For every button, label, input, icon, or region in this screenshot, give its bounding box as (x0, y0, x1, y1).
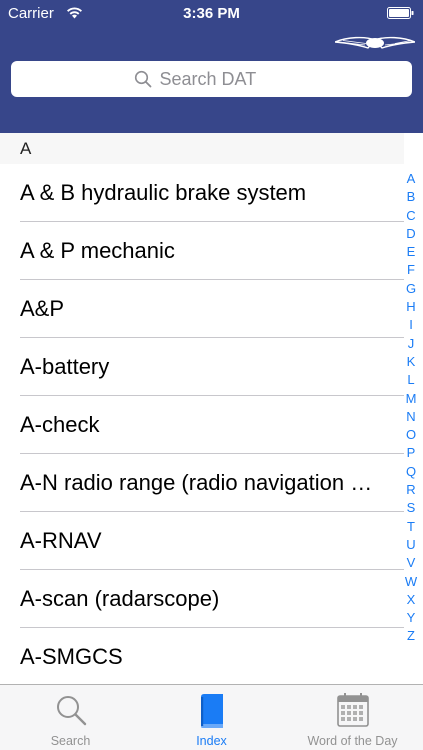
index-letter-b[interactable]: B (402, 188, 420, 206)
index-letter-k[interactable]: K (402, 353, 420, 371)
index-letter-v[interactable]: V (402, 554, 420, 572)
battery-icon (387, 7, 414, 19)
section-index[interactable]: ABCDEFGHIJKLMNOPQRSTUVWXYZ (402, 170, 420, 646)
index-letter-l[interactable]: L (402, 371, 420, 389)
term-label: A-battery (20, 354, 110, 379)
term-label: A-N radio range (radio navigation aid) (20, 470, 382, 495)
index-letter-d[interactable]: D (402, 225, 420, 243)
search-bar[interactable] (11, 61, 412, 97)
index-letter-e[interactable]: E (402, 243, 420, 261)
index-letter-o[interactable]: O (402, 426, 420, 444)
status-bar: Carrier 3:36 PM (0, 0, 423, 28)
index-letter-x[interactable]: X (402, 591, 420, 609)
list-item[interactable]: A & B hydraulic brake system (0, 164, 404, 222)
index-letter-m[interactable]: M (402, 390, 420, 408)
term-label: A & P mechanic (20, 238, 175, 263)
index-letter-q[interactable]: Q (402, 463, 420, 481)
index-letter-a[interactable]: A (402, 170, 420, 188)
tab-search[interactable]: Search (0, 685, 141, 750)
asa-wings-logo (335, 36, 415, 49)
term-label: A&P (20, 296, 65, 321)
index-letter-r[interactable]: R (402, 481, 420, 499)
index-letter-w[interactable]: W (402, 573, 420, 591)
index-letter-p[interactable]: P (402, 444, 420, 462)
tab-bar: Search Index Word of the Day (0, 684, 423, 750)
index-letter-c[interactable]: C (402, 207, 420, 225)
clock: 3:36 PM (183, 5, 240, 22)
term-label: A-scan (radarscope) (20, 586, 220, 611)
list-item[interactable]: A-RNAV (0, 512, 404, 570)
list-item[interactable]: A&P (0, 280, 404, 338)
index-letter-g[interactable]: G (402, 280, 420, 298)
index-letter-i[interactable]: I (402, 316, 420, 334)
term-label: A-SMGCS (20, 644, 123, 669)
index-letter-u[interactable]: U (402, 536, 420, 554)
list-item[interactable]: A-scan (radarscope) (0, 570, 404, 628)
section-header: A (0, 133, 404, 164)
term-label: A-RNAV (20, 528, 102, 553)
list-item[interactable]: A-SMGCS (0, 628, 404, 684)
term-label: A-check (20, 412, 100, 437)
term-label: A & B hydraulic brake system (20, 180, 307, 205)
tab-index[interactable]: Index (141, 685, 282, 750)
term-list[interactable]: A & B hydraulic brake system A & P mecha… (0, 164, 404, 684)
tab-label: Index (196, 734, 227, 748)
index-letter-n[interactable]: N (402, 408, 420, 426)
book-icon (200, 694, 223, 728)
list-item[interactable]: A-check (0, 396, 404, 454)
index-letter-f[interactable]: F (402, 261, 420, 279)
index-letter-y[interactable]: Y (402, 609, 420, 627)
index-letter-h[interactable]: H (402, 298, 420, 316)
app-header: Carrier 3:36 PM (0, 0, 423, 133)
search-input[interactable] (159, 68, 290, 90)
index-letter-j[interactable]: J (402, 335, 420, 353)
index-letter-z[interactable]: Z (402, 627, 420, 645)
list-item[interactable]: A-battery (0, 338, 404, 396)
index-letter-s[interactable]: S (402, 499, 420, 517)
magnifier-icon (56, 696, 86, 726)
calendar-icon (336, 693, 369, 727)
tab-label: Word of the Day (307, 734, 398, 748)
index-letter-t[interactable]: T (402, 518, 420, 536)
tab-label: Search (50, 734, 91, 748)
tab-word-of-the-day[interactable]: Word of the Day (282, 685, 423, 750)
search-icon (134, 70, 151, 88)
list-item[interactable]: A-N radio range (radio navigation aid) (0, 454, 404, 512)
list-item[interactable]: A & P mechanic (0, 222, 404, 280)
